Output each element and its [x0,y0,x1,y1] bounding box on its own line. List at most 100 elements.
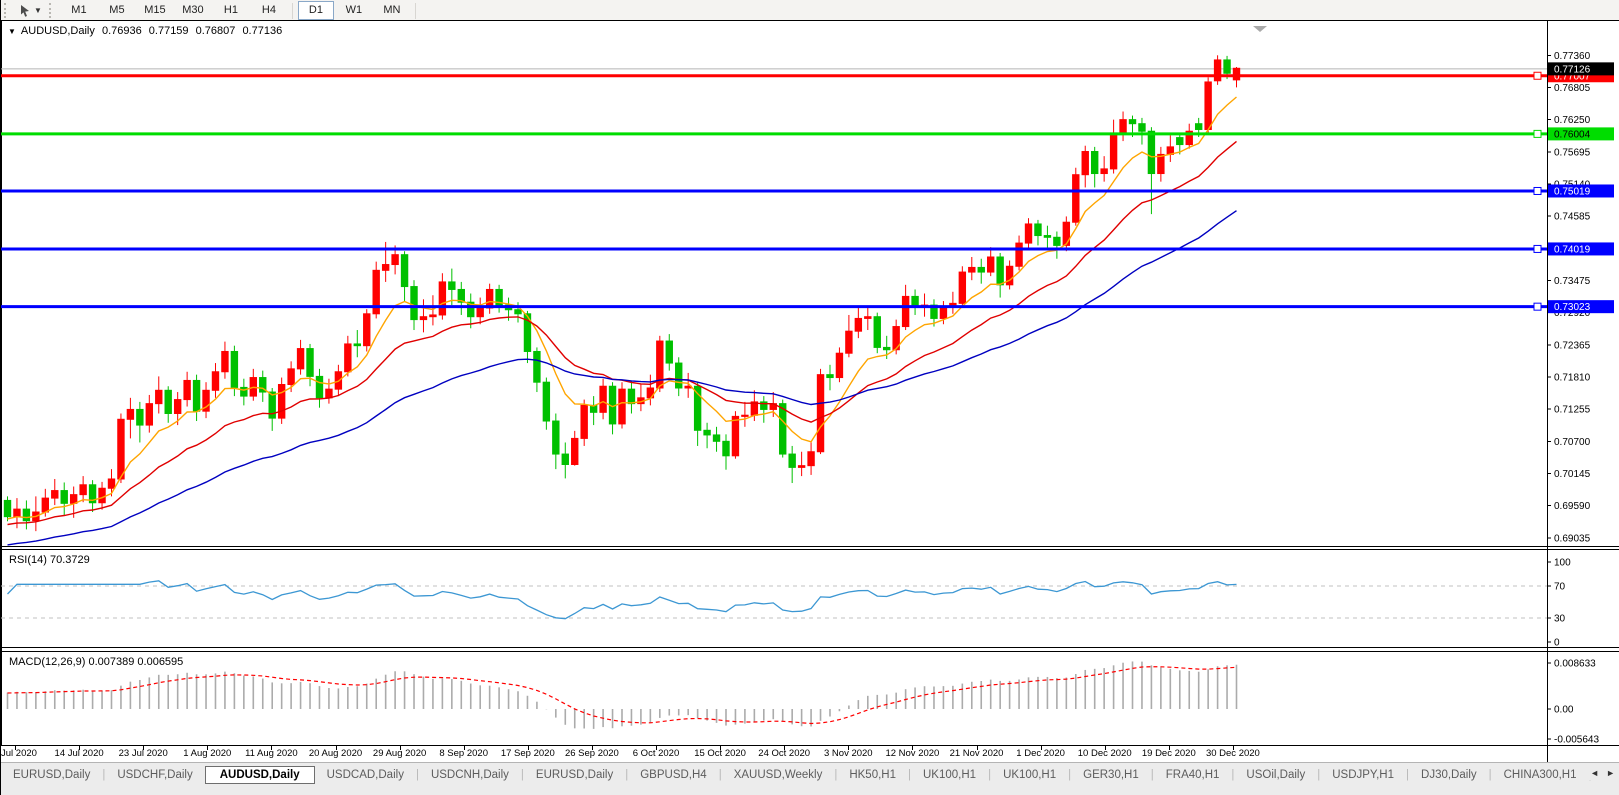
chart-tab-bar: EURUSD,Daily|USDCHF,DailyAUDUSD,DailyUSD… [1,762,1619,787]
mid-ma-line [8,141,1237,524]
timeframe-button-m5[interactable]: M5 [99,1,135,20]
symbol-period-label: AUDUSD,Daily [21,25,95,37]
symbol-tab-uk100-h1[interactable]: UK100,H1 [911,767,988,783]
tab-scroll-left-icon[interactable]: ◄ [1590,768,1599,778]
symbol-tab-fra40-h1[interactable]: FRA40,H1 [1154,767,1232,783]
chevron-down-icon[interactable]: ▼ [34,6,42,15]
symbol-tab-usdcad-daily[interactable]: USDCAD,Daily [315,767,416,783]
ohlc-low: 0.76807 [196,25,236,37]
line-handle [1534,187,1541,194]
svg-text:0.008633: 0.008633 [1554,659,1596,670]
symbol-tab-usoil-daily[interactable]: USOil,Daily [1234,767,1317,783]
horizontal-line[interactable] [1,303,1547,310]
slow-ma-line [8,211,1237,545]
date-axis[interactable]: 4 Jul 202014 Jul 202023 Jul 20201 Aug 20… [1,746,1619,762]
date-label: 29 Aug 2020 [373,748,426,759]
price-axis[interactable]: 0.773600.768050.762500.756950.751400.745… [1547,51,1591,545]
svg-text:0.74585: 0.74585 [1554,212,1591,223]
macd-histogram [8,661,1237,728]
date-label: 10 Dec 2020 [1078,748,1132,759]
date-label: 30 Dec 2020 [1206,748,1260,759]
timeframe-buttons: M1M5M15M30H1H4 D1W1MN [60,1,411,20]
horizontal-line[interactable] [1,130,1547,137]
ohlc-close: 0.77136 [242,25,282,37]
timeframe-button-w1[interactable]: W1 [336,1,372,20]
date-label: 3 Nov 2020 [824,748,873,759]
svg-text:0.69590: 0.69590 [1554,501,1591,512]
tab-scroll-right-icon[interactable]: ► [1606,768,1615,778]
date-label: 11 Aug 2020 [245,748,298,759]
svg-text:0.71255: 0.71255 [1554,405,1591,416]
ohlc-high: 0.77159 [149,25,189,37]
horizontal-line[interactable] [1,187,1547,194]
line-handle [1534,130,1541,137]
macd-axis[interactable]: 0.0086330.00-0.005643 [1547,659,1599,746]
svg-text:0.73475: 0.73475 [1554,276,1591,287]
svg-text:0.69035: 0.69035 [1554,533,1591,544]
date-label: 17 Sep 2020 [501,748,555,759]
symbol-tab-usdchf-daily[interactable]: USDCHF,Daily [105,767,204,783]
date-label: 19 Dec 2020 [1142,748,1196,759]
timeframe-button-m30[interactable]: M30 [175,1,211,20]
date-label: 26 Sep 2020 [565,748,619,759]
axis-divider [1547,746,1548,762]
mt4-window: ▼ M1M5M15M30H1H4 D1W1MN ▼ AUDUSD,Daily 0.7… [0,0,1619,795]
timeframe-button-m1[interactable]: M1 [61,1,97,20]
symbol-tab-dj30-daily[interactable]: DJ30,Daily [1409,767,1489,783]
svg-text:-0.005643: -0.005643 [1554,734,1599,745]
line-handle [1534,245,1541,252]
svg-text:0.75695: 0.75695 [1554,147,1591,158]
timeframe-button-h1[interactable]: H1 [213,1,249,20]
symbol-tab-hk50-h1[interactable]: HK50,H1 [837,767,908,783]
line-price-label: 0.76004 [1548,127,1614,140]
date-label: 14 Jul 2020 [55,748,104,759]
timeframe-button-h4[interactable]: H4 [251,1,287,20]
collapse-arrow-icon[interactable]: ▼ [8,27,16,36]
timeframe-toolbar: ▼ M1M5M15M30H1H4 D1W1MN [1,0,1619,21]
symbol-tab-gbpusd-h4[interactable]: GBPUSD,H4 [628,767,718,783]
symbol-tab-eurusd-daily[interactable]: EURUSD,Daily [524,767,625,783]
symbol-tab-usdcnh-daily[interactable]: USDCNH,Daily [419,767,521,783]
date-label: 1 Aug 2020 [183,748,231,759]
candlesticks [4,55,1239,531]
current-price-label: 0.77126 [1548,62,1614,75]
symbol-tab-ger30-h1[interactable]: GER30,H1 [1071,767,1151,783]
svg-text:0: 0 [1554,638,1560,649]
toolbar-grip [4,3,11,18]
chart-title: ▼AUDUSD,Daily 0.76936 0.77159 0.76807 0.… [8,25,286,37]
rsi-axis[interactable]: 10070300 [1547,558,1571,649]
svg-text:0.74019: 0.74019 [1554,244,1591,255]
rsi-label: RSI(14) 70.3729 [9,554,90,566]
toolbar-grip [49,3,56,18]
date-label: 20 Aug 2020 [309,748,362,759]
symbol-tab-china300-h1[interactable]: CHINA300,H1 [1492,767,1589,783]
line-handle [1534,303,1541,310]
cursor-arrow-icon [19,4,32,17]
horizontal-line[interactable] [1,245,1547,252]
date-label: 21 Nov 2020 [950,748,1004,759]
svg-text:0.77126: 0.77126 [1554,64,1591,75]
chart-end-marker-icon [1253,26,1267,32]
date-label: 24 Oct 2020 [758,748,810,759]
timeframe-button-mn[interactable]: MN [374,1,410,20]
chart-frame [1,20,1619,547]
timeframe-button-m15[interactable]: M15 [137,1,173,20]
svg-text:0.71810: 0.71810 [1554,372,1591,383]
symbol-tab-uk100-h1[interactable]: UK100,H1 [991,767,1068,783]
rsi-indicator-panel[interactable]: 10070300RSI(14) 70.3729 [1,547,1619,648]
cursor-tool-button[interactable]: ▼ [15,1,46,20]
timeframe-button-d1[interactable]: D1 [298,1,334,20]
macd-indicator-panel[interactable]: 0.0086330.00-0.005643MACD(12,26,9) 0.007… [1,648,1619,746]
svg-text:30: 30 [1554,614,1566,625]
main-price-chart[interactable]: 0.773600.768050.762500.756950.751400.745… [1,20,1619,547]
line-price-label: 0.74019 [1548,242,1614,255]
svg-text:0.76805: 0.76805 [1554,83,1591,94]
symbol-tab-audusd-daily[interactable]: AUDUSD,Daily [205,766,315,784]
symbol-tab-xauusd-weekly[interactable]: XAUUSD,Weekly [722,767,835,783]
svg-text:0.76004: 0.76004 [1554,129,1591,140]
horizontal-line[interactable] [1,72,1547,79]
svg-text:0.75019: 0.75019 [1554,186,1591,197]
symbol-tab-usdjpy-h1[interactable]: USDJPY,H1 [1320,767,1406,783]
symbol-tab-eurusd-daily[interactable]: EURUSD,Daily [1,767,102,783]
date-label: 12 Nov 2020 [885,748,939,759]
